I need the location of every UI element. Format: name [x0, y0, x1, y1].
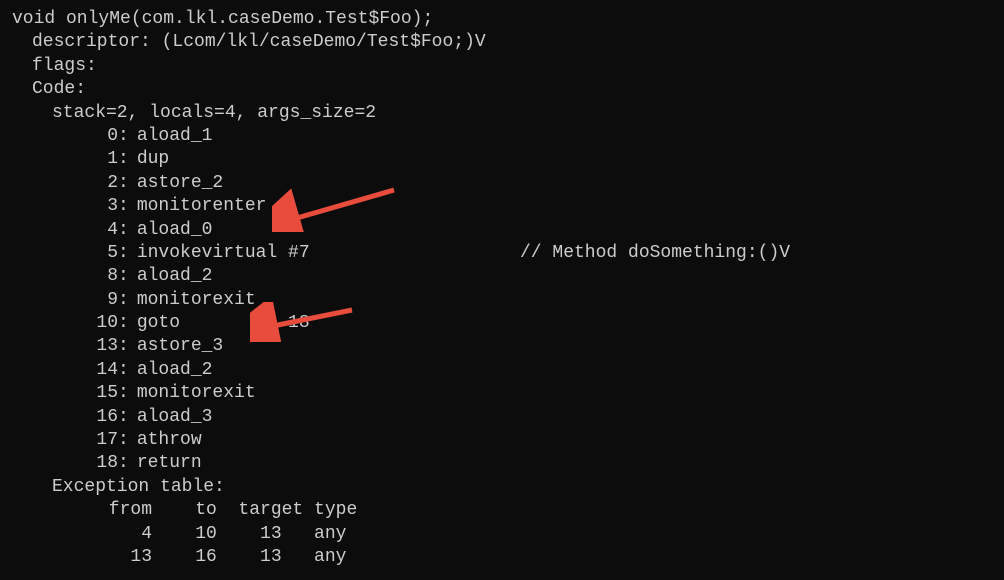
bytecode-instruction: astore_2 [137, 172, 223, 195]
stack-info: stack=2, locals=4, args_size=2 [0, 102, 1004, 125]
bytecode-offset: 9 [78, 289, 118, 312]
bytecode-comment: // Method doSomething:()V [520, 242, 790, 265]
bytecode-offset: 4 [78, 219, 118, 242]
bytecode-row: 14:aload_2 [0, 359, 1004, 382]
bytecode-offset: 2 [78, 172, 118, 195]
descriptor-label: descriptor: [32, 32, 162, 52]
bytecode-offset: 16 [78, 406, 118, 429]
exception-table-row: 13 16 13 any [0, 546, 1004, 569]
exception-table-header: from to target type [0, 499, 1004, 522]
bytecode-instruction: aload_1 [137, 125, 213, 148]
bytecode-row: 15:monitorexit [0, 382, 1004, 405]
bytecode-instruction: monitorexit [137, 382, 256, 405]
arrow-monitorenter-icon [272, 182, 402, 232]
bytecode-instruction: aload_3 [137, 406, 213, 429]
bytecode-offset: 15 [78, 382, 118, 405]
bytecode-row: 5:invokevirtual #7 // Method doSomething… [0, 242, 1004, 265]
bytecode-instruction: athrow [137, 429, 202, 452]
descriptor-value: (Lcom/lkl/caseDemo/Test$Foo;)V [162, 32, 486, 52]
arrow-monitorexit-icon [250, 302, 360, 342]
bytecode-offset: 17 [78, 429, 118, 452]
bytecode-offset: 5 [78, 242, 118, 265]
bytecode-offset: 8 [78, 265, 118, 288]
bytecode-row: 10:goto 18 [0, 312, 1004, 335]
bytecode-row: 18:return [0, 452, 1004, 475]
bytecode-instruction: aload_2 [137, 359, 213, 382]
bytecode-row: 16:aload_3 [0, 406, 1004, 429]
bytecode-instruction: monitorenter [137, 195, 267, 218]
bytecode-instruction: aload_2 [137, 265, 213, 288]
bytecode-instruction: invokevirtual #7 [137, 242, 310, 265]
method-signature: void onlyMe(com.lkl.caseDemo.Test$Foo); [0, 8, 1004, 31]
bytecode-row: 8:aload_2 [0, 265, 1004, 288]
descriptor-line: descriptor: (Lcom/lkl/caseDemo/Test$Foo;… [0, 31, 1004, 54]
bytecode-row: 2:astore_2 [0, 172, 1004, 195]
bytecode-offset: 10 [78, 312, 118, 335]
flags-line: flags: [0, 55, 1004, 78]
bytecode-row: 4:aload_0 [0, 219, 1004, 242]
bytecode-row: 0:aload_1 [0, 125, 1004, 148]
bytecode-instruction: aload_0 [137, 219, 213, 242]
bytecode-instruction: return [137, 452, 202, 475]
bytecode-instruction: dup [137, 148, 169, 171]
exception-table-label: Exception table: [0, 476, 1004, 499]
bytecode-row: 17:athrow [0, 429, 1004, 452]
bytecode-offset: 0 [78, 125, 118, 148]
bytecode-row: 3:monitorenter [0, 195, 1004, 218]
exception-table-row: 4 10 13 any [0, 523, 1004, 546]
bytecode-row: 9:monitorexit [0, 289, 1004, 312]
bytecode-row: 1:dup [0, 148, 1004, 171]
bytecode-offset: 13 [78, 335, 118, 358]
bytecode-offset: 1 [78, 148, 118, 171]
bytecode-offset: 3 [78, 195, 118, 218]
code-label: Code: [0, 78, 1004, 101]
bytecode-instruction: monitorexit [137, 289, 256, 312]
bytecode-offset: 14 [78, 359, 118, 382]
bytecode-row: 13:astore_3 [0, 335, 1004, 358]
bytecode-offset: 18 [78, 452, 118, 475]
bytecode-instruction: astore_3 [137, 335, 223, 358]
